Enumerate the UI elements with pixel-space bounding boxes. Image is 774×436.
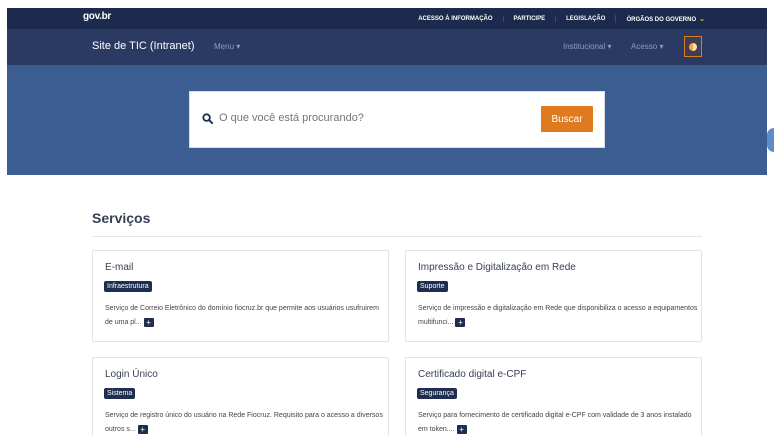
card-title[interactable]: E-mail [105,262,133,273]
expand-button[interactable]: + [455,317,466,327]
expand-button[interactable]: + [137,424,148,434]
caret-down-icon: ▾ [236,42,241,51]
contrast-toggle-button[interactable] [684,36,702,57]
search-box: Buscar [189,91,605,148]
site-header: Site de TIC (Intranet) Menu ▾ Institucio… [7,29,767,65]
service-card-certificado[interactable]: Certificado digital e-CPF Segurança Serv… [405,357,702,436]
side-panel-tab[interactable] [767,128,774,152]
services-title: Serviços [92,210,151,226]
top-bar: gov.br ACESSO À INFORMAÇÃO PARTICIPE LEG… [7,8,767,29]
search-button[interactable]: Buscar [541,106,593,132]
card-description: Serviço de registro único do usuário na … [105,412,383,434]
caret-down-icon: ▾ [659,42,664,51]
service-card-email[interactable]: E-mail Infraestrutura Serviço de Correio… [92,250,389,342]
acesso-dropdown[interactable]: Acesso ▾ [631,42,663,51]
search-input[interactable] [219,112,499,124]
caret-down-icon: ▾ [607,42,612,51]
card-description: Serviço de Correio Eletrônico do domínio… [105,305,379,327]
link-acesso-informacao[interactable]: ACESSO À INFORMAÇÃO [408,16,502,22]
chevron-down-icon: ⌄ [699,15,705,23]
top-links: ACESSO À INFORMAÇÃO PARTICIPE LEGISLAÇÃO… [408,8,715,29]
expand-button[interactable]: + [456,424,467,434]
expand-button[interactable]: + [143,317,154,327]
card-description: Serviço para fornecimento de certificado… [418,412,692,434]
card-description: Serviço de impressão e digitalização em … [418,305,698,327]
service-card-login[interactable]: Login Único Sistema Serviço de registro … [92,357,389,436]
category-badge: Sistema [104,388,136,399]
service-card-impressao[interactable]: Impressão e Digitalização em Rede Suport… [405,250,702,342]
link-participe[interactable]: PARTICIPE [502,15,556,22]
institucional-dropdown[interactable]: Institucional ▾ [563,42,612,51]
card-title[interactable]: Impressão e Digitalização em Rede [418,262,576,273]
card-title[interactable]: Certificado digital e-CPF [418,369,526,380]
site-title[interactable]: Site de TIC (Intranet) [92,40,195,52]
link-legislacao[interactable]: LEGISLAÇÃO [555,15,615,22]
contrast-icon [689,42,697,51]
category-badge: Infraestrutura [104,281,152,292]
link-orgaos-governo[interactable]: ÓRGÃOS DO GOVERNO ⌄ [615,14,715,23]
section-divider [92,236,702,237]
search-icon [202,113,213,124]
category-badge: Suporte [417,281,448,292]
category-badge: Segurança [417,388,457,399]
govbr-logo[interactable]: gov.br [83,11,111,22]
card-title[interactable]: Login Único [105,369,158,380]
menu-dropdown[interactable]: Menu ▾ [214,42,240,51]
